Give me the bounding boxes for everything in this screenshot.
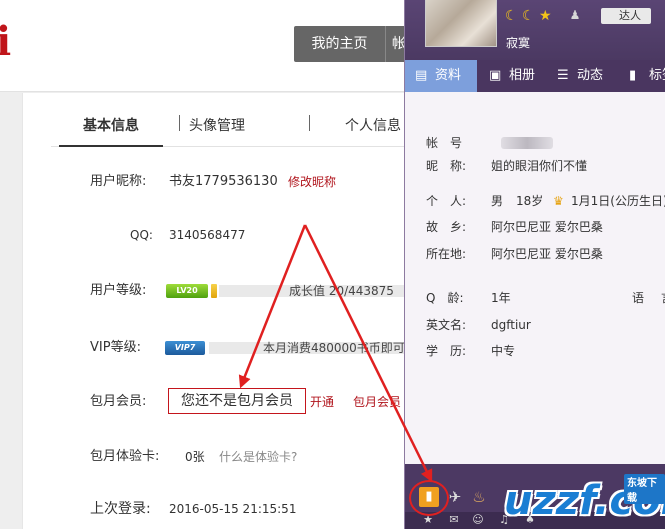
qq-profile-details: 帐 号 昵 称: 姐的眼泪你们不懂 个 人: 男 18岁 ♛ 1月1日(公历生日… <box>405 92 665 464</box>
english-name-value: dgftiur <box>491 318 531 332</box>
nickname-row: 用户昵称: 书友1779536130 修改昵称 <box>23 170 423 194</box>
growth-value: 成长值 20/443875 <box>289 284 394 298</box>
personal-label: 个 人: <box>426 194 467 208</box>
trial-card-label: 包月体验卡: <box>90 449 160 464</box>
monthly-member-status: 您还不是包月会员 <box>168 388 306 414</box>
qq-card-tabs: ▤ 资料 ▣ 相册 ☰ 动态 ▮ 标签 <box>405 60 665 92</box>
qq-row: QQ: 3140568477 <box>23 223 423 247</box>
info-english-name-row: 英文名: dgftiur <box>405 314 665 336</box>
bookmark-icon: ▮ <box>629 68 637 83</box>
qq-nickname: 寂寞 <box>506 36 531 50</box>
tab-album-label: 相册 <box>509 68 536 83</box>
qq-profile-card: ☾ ☾ ★ ♟ ♙ 达人 寂寞 ▤ 资料 ▣ 相册 ☰ 动态 ▮ 标签 <box>404 0 665 529</box>
qq-label: QQ: <box>130 228 153 242</box>
location-value: 阿尔巴尼亚 爱尔巴桑 <box>491 247 603 261</box>
nickname-label: 用户昵称: <box>90 174 147 189</box>
profile-panel: 基本信息 头像管理 个人信息 用户昵称: 书友1779536130 修改昵称 Q… <box>22 93 429 529</box>
qq-value: 3140568477 <box>169 228 246 242</box>
list-icon: ☰ <box>557 68 569 83</box>
monthly-member-more-link[interactable]: 包月会员 <box>353 390 401 414</box>
qq-age-label: Q 龄: <box>426 291 464 305</box>
id-card-icon: ▤ <box>415 68 428 83</box>
what-is-trial-card-link[interactable]: 什么是体验卡? <box>219 445 297 469</box>
tab-basic-info[interactable]: 基本信息 <box>59 93 163 147</box>
info-location-row: 所在地: 阿尔巴尼亚 爱尔巴桑 <box>405 243 665 265</box>
age-value: 18岁 <box>516 194 544 208</box>
tab-divider <box>179 115 180 131</box>
nickname-label: 昵 称: <box>426 159 467 173</box>
vip-badge-icon: VIP7 <box>165 341 205 355</box>
blurred-account-number <box>501 137 553 149</box>
screenshot: i 我的主页 帐 基本信息 头像管理 个人信息 用户昵称: 书友17795361… <box>0 0 665 529</box>
info-account-row: 帐 号 <box>405 132 665 154</box>
info-nickname-row: 昵 称: 姐的眼泪你们不懂 <box>405 155 665 177</box>
education-value: 中专 <box>491 344 516 358</box>
tab-personal-info[interactable]: 个人信息 <box>345 93 401 147</box>
hometown-label: 故 乡: <box>426 220 467 234</box>
tab-album[interactable]: ▣ 相册 <box>483 60 535 92</box>
qq-age-value: 1年 <box>491 291 511 305</box>
birthday-value: 1月1日(公历生日) <box>571 194 665 208</box>
last-login-label: 上次登录: <box>90 501 151 517</box>
info-hometown-row: 故 乡: 阿尔巴尼亚 爱尔巴桑 <box>405 216 665 238</box>
info-qq-age-row: Q 龄: 1年 语 言 <box>405 287 665 309</box>
education-label: 学 历: <box>426 344 467 358</box>
site-watermark: uzzf.com 东坡下载 <box>484 466 665 529</box>
account-label: 帐 号 <box>426 136 463 150</box>
gender-value: 男 <box>491 194 504 208</box>
nav-my-homepage[interactable]: 我的主页 <box>294 26 386 62</box>
user-level-label: 用户等级: <box>90 283 147 298</box>
english-name-label: 英文名: <box>426 318 467 332</box>
nickname-value: 书友1779536130 <box>169 174 278 189</box>
penguin-icon: ♟ <box>569 8 581 22</box>
trial-card-count: 0张 <box>185 450 205 464</box>
face-icon[interactable]: ☺ <box>471 513 485 527</box>
info-education-row: 学 历: 中专 <box>405 340 665 362</box>
trial-card-row: 包月体验卡: 0张 什么是体验卡? <box>23 445 423 469</box>
tab-tags[interactable]: ▮ 标签 <box>623 60 665 92</box>
highlight-circle <box>409 480 449 516</box>
qq-avatar[interactable] <box>425 0 497 47</box>
tab-feed[interactable]: ☰ 动态 <box>551 60 603 92</box>
moon-level-icon: ☾ <box>505 8 518 24</box>
user-level-row: 用户等级: LV20 成长值 20/443875 <box>23 279 423 303</box>
tab-divider <box>309 115 310 131</box>
edit-nickname-link[interactable]: 修改昵称 <box>288 170 336 194</box>
monthly-member-label: 包月会员: <box>90 394 147 409</box>
photo-icon: ▣ <box>489 68 502 83</box>
tab-profile[interactable]: ▤ 资料 <box>405 60 477 92</box>
open-monthly-link[interactable]: 开通 <box>310 390 334 414</box>
site-logo[interactable]: i <box>0 20 11 64</box>
star-level-icon: ★ <box>539 8 552 24</box>
hometown-value: 阿尔巴尼亚 爱尔巴桑 <box>491 220 603 234</box>
last-login-row: 上次登录: 2016-05-15 21:15:51 <box>23 497 423 521</box>
growth-progress-fill <box>211 284 217 298</box>
gift-icon[interactable]: ✉ <box>447 513 461 527</box>
qq-card-header: ☾ ☾ ★ ♟ ♙ 达人 寂寞 <box>405 0 665 60</box>
tab-tags-label: 标签 <box>649 68 665 83</box>
monthly-member-row: 包月会员: 您还不是包月会员 开通 包月会员 <box>23 388 423 414</box>
tab-profile-label: 资料 <box>435 68 462 83</box>
language-label: 语 <box>632 291 645 305</box>
tab-feed-label: 动态 <box>577 68 604 83</box>
profile-tabs: 基本信息 头像管理 个人信息 <box>51 93 423 147</box>
language-label-2: 言 <box>661 287 665 309</box>
vip-level-row: VIP等级: VIP7 本月消费480000书币即可升级 <box>23 336 429 360</box>
qq-status-badge[interactable]: 达人 <box>601 8 651 24</box>
info-personal-row: 个 人: 男 18岁 ♛ 1月1日(公历生日) <box>405 190 665 212</box>
location-label: 所在地: <box>426 247 467 261</box>
nickname-value: 姐的眼泪你们不懂 <box>491 159 588 173</box>
vip-level-label: VIP等级: <box>90 340 141 355</box>
level-badge-icon: LV20 <box>166 284 208 298</box>
moon-level-icon: ☾ <box>522 8 535 24</box>
tab-avatar-management[interactable]: 头像管理 <box>189 93 245 147</box>
last-login-value: 2016-05-15 21:15:51 <box>169 502 297 516</box>
watermark-badge: 东坡下载 <box>624 474 665 504</box>
crown-icon: ♛ <box>553 194 564 208</box>
